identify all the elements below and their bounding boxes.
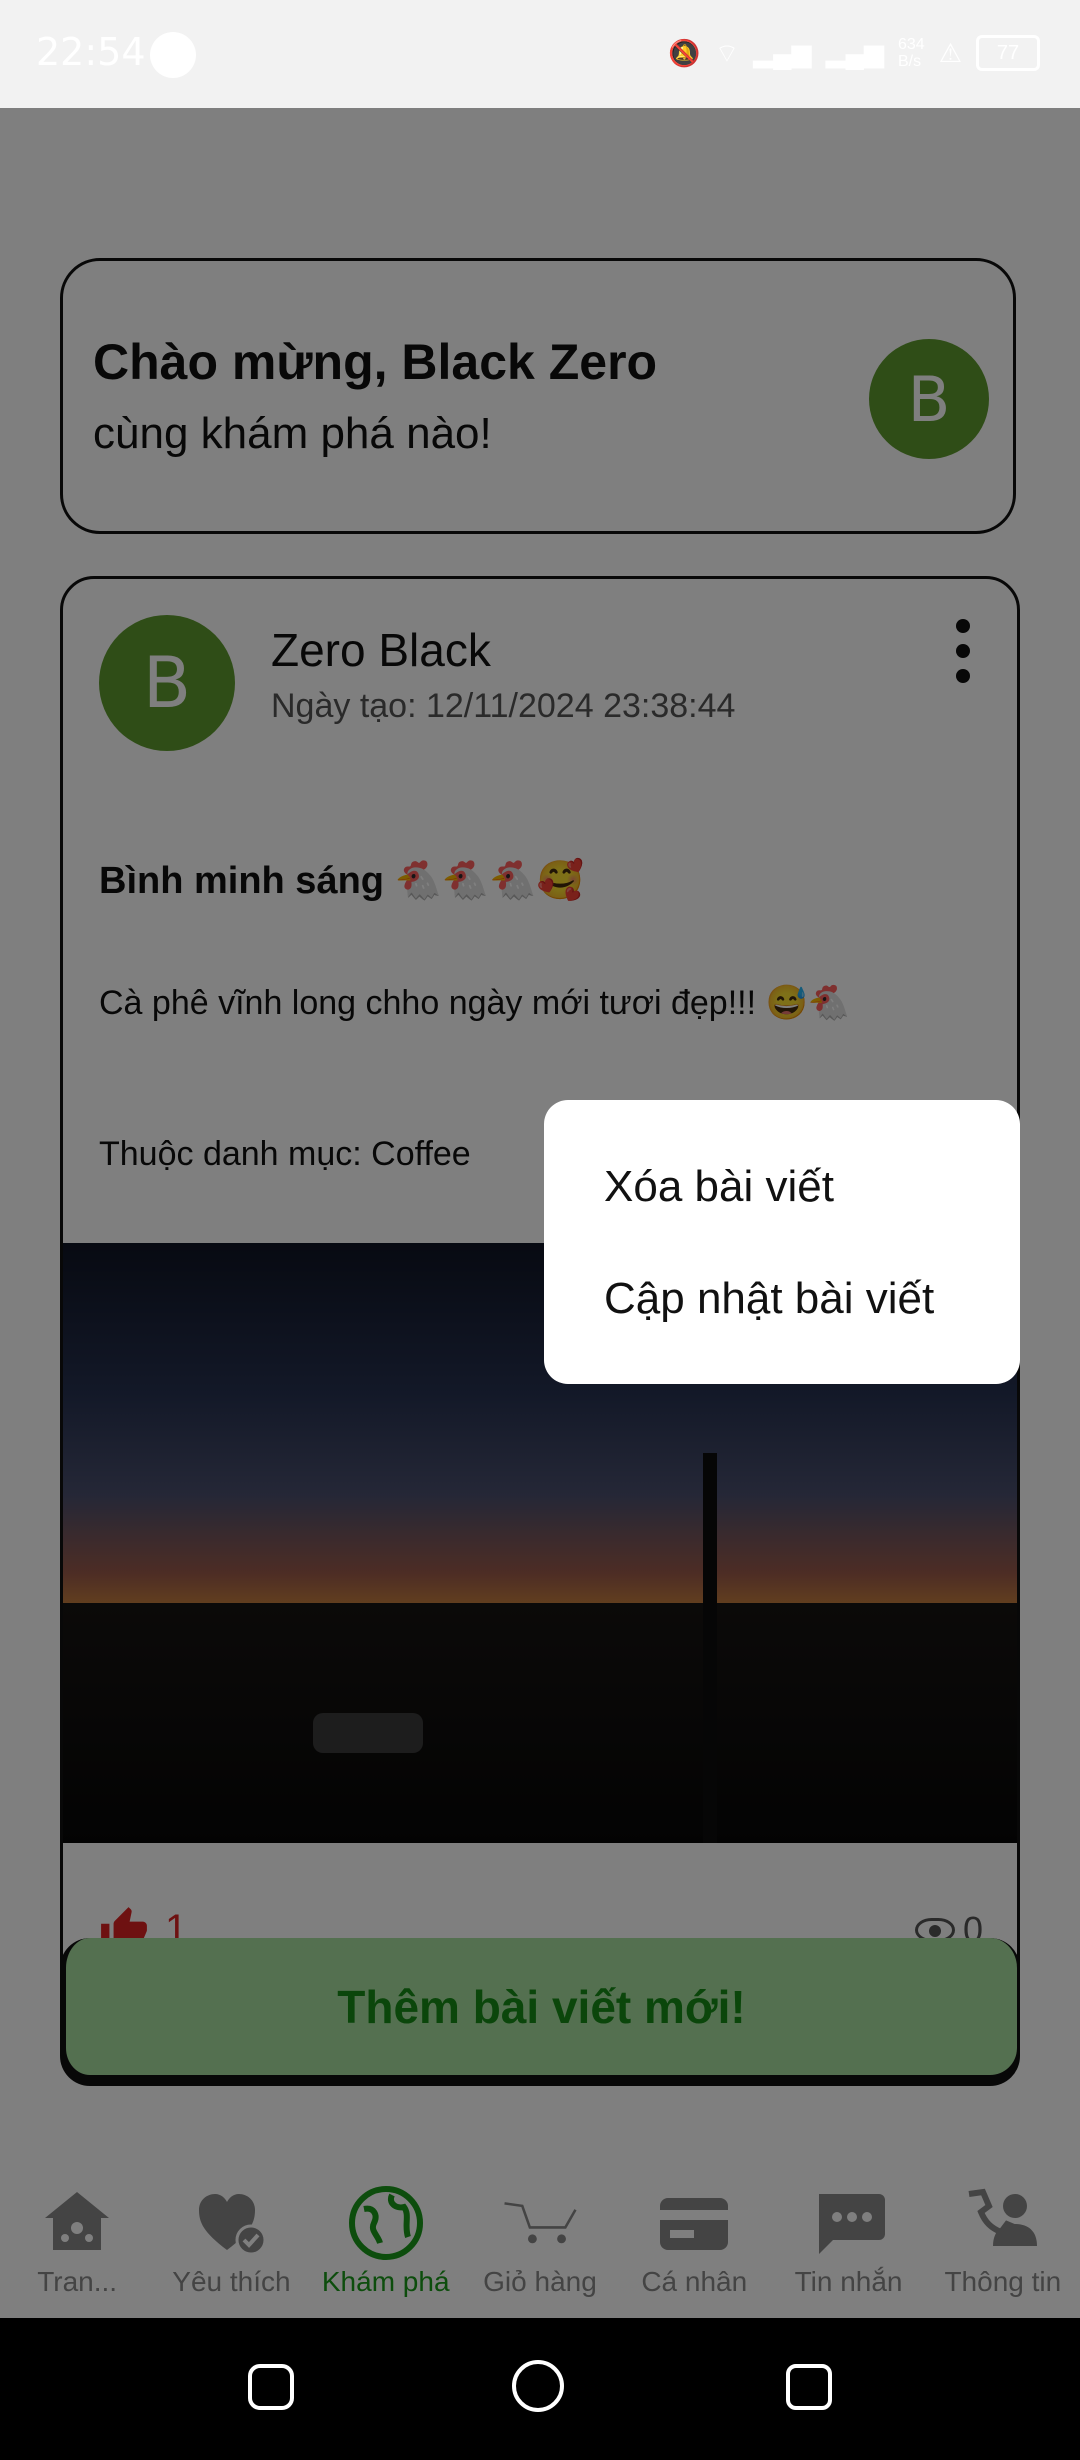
post-options-menu: Xóa bài viết Cập nhật bài viết bbox=[544, 1100, 1020, 1384]
menu-item-update-post[interactable]: Cập nhật bài viết bbox=[604, 1274, 934, 1324]
wifi-icon: ⌔ bbox=[714, 37, 740, 68]
menu-item-delete-post[interactable]: Xóa bài viết bbox=[604, 1162, 834, 1212]
net-speed: 634 B/s bbox=[898, 36, 925, 70]
alert-icon: ⚠ bbox=[938, 37, 962, 68]
status-time: 22:54 bbox=[36, 30, 146, 74]
battery-icon: 77 bbox=[976, 35, 1040, 71]
system-nav-bar bbox=[0, 2318, 1080, 2460]
signal-icon-2: ▂▄▆ bbox=[825, 37, 884, 68]
recent-apps-icon[interactable] bbox=[248, 2364, 294, 2410]
mute-icon: 🔕 bbox=[668, 37, 701, 68]
net-speed-unit: B/s bbox=[897, 53, 922, 70]
home-button-icon[interactable] bbox=[512, 2360, 564, 2412]
signal-icon: ▂▄▆ bbox=[753, 37, 812, 68]
app-notification-icon bbox=[150, 32, 196, 78]
status-indicators: 🔕 ⌔ ▂▄▆ ▂▄▆ 634 B/s ⚠ 77 bbox=[668, 30, 1040, 76]
status-bar: 22:54 🔕 ⌔ ▂▄▆ ▂▄▆ 634 B/s ⚠ 77 bbox=[0, 0, 1080, 108]
back-icon[interactable] bbox=[786, 2364, 832, 2410]
net-speed-value: 634 bbox=[897, 36, 925, 53]
